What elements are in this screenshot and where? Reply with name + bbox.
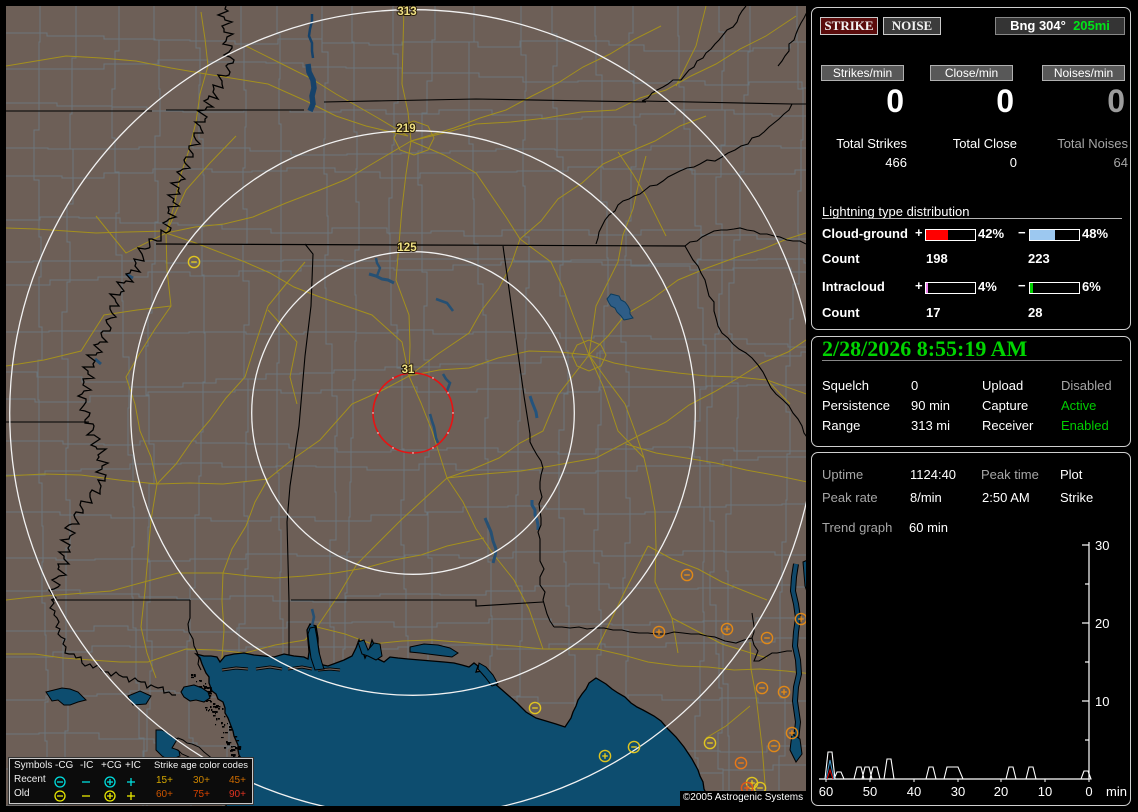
svg-text:31: 31 <box>402 364 415 376</box>
svg-text:30: 30 <box>1095 538 1109 553</box>
svg-text:min: min <box>1106 784 1127 799</box>
svg-text:219: 219 <box>396 123 415 135</box>
svg-text:20: 20 <box>994 784 1008 799</box>
svg-text:0: 0 <box>1085 784 1092 799</box>
svg-text:10: 10 <box>1038 784 1052 799</box>
svg-text:50: 50 <box>863 784 877 799</box>
svg-text:20: 20 <box>1095 616 1109 631</box>
svg-text:40: 40 <box>907 784 921 799</box>
svg-text:30: 30 <box>951 784 965 799</box>
svg-text:313: 313 <box>397 6 416 18</box>
svg-text:10: 10 <box>1095 694 1109 709</box>
svg-text:60: 60 <box>819 784 833 799</box>
svg-text:125: 125 <box>397 242 417 254</box>
